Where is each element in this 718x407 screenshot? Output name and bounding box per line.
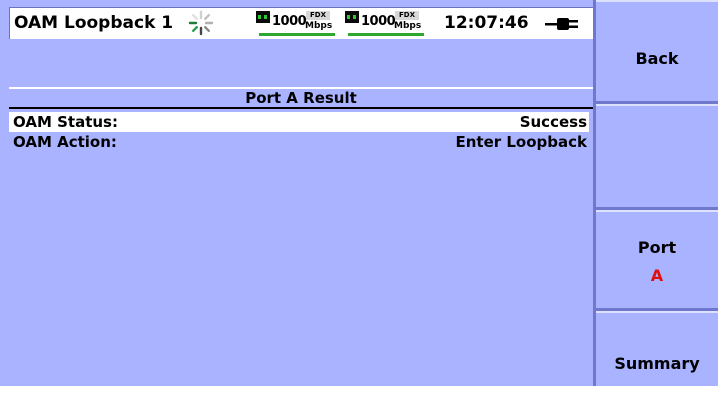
clock: 12:07:46: [444, 13, 529, 33]
bottom-strip: [0, 386, 718, 407]
screen: OAM Loopback 1 1000 FDX Mbps 1000 FDX Mb…: [0, 0, 718, 407]
main-panel: OAM Loopback 1 1000 FDX Mbps 1000 FDX Mb…: [0, 0, 593, 386]
summary-button[interactable]: Summary: [596, 311, 718, 386]
port-link-status-2: 1000 FDX Mbps: [345, 11, 427, 37]
back-button[interactable]: Back: [596, 0, 718, 101]
result-row-oam-action: OAM Action: Enter Loopback: [9, 132, 589, 152]
result-row-oam-status: OAM Status: Success: [9, 112, 589, 132]
ac-power-plug-icon: [545, 18, 578, 30]
link-status-bar: [348, 33, 424, 36]
link-unit: Mbps: [305, 21, 333, 31]
softkey-panel: Back Port A Summary: [593, 0, 718, 386]
port-button-label: Port: [637, 238, 677, 257]
back-button-label: Back: [635, 49, 679, 68]
result-label: OAM Action:: [13, 133, 117, 151]
port-connector-icon: [256, 11, 270, 23]
port-link-status-1: 1000 FDX Mbps: [256, 11, 338, 37]
link-duplex: FDX: [395, 11, 419, 20]
summary-button-label: Summary: [614, 354, 700, 373]
result-label: OAM Status:: [13, 113, 118, 131]
status-bar: OAM Loopback 1 1000 FDX Mbps 1000 FDX Mb…: [9, 7, 593, 39]
blank-softkey[interactable]: [596, 104, 718, 207]
result-value: Enter Loopback: [455, 133, 587, 151]
link-speed: 1000: [361, 14, 396, 29]
port-select-button[interactable]: Port A: [596, 210, 718, 308]
link-unit: Mbps: [394, 21, 422, 31]
page-title: OAM Loopback 1: [14, 13, 174, 33]
link-duplex: FDX: [306, 11, 330, 20]
spinner-icon: [188, 10, 214, 36]
result-value: Success: [519, 113, 587, 131]
port-button-value: A: [650, 266, 664, 285]
section-title: Port A Result: [9, 87, 593, 109]
link-status-bar: [259, 33, 335, 36]
port-connector-icon: [345, 11, 359, 23]
link-speed: 1000: [272, 14, 307, 29]
